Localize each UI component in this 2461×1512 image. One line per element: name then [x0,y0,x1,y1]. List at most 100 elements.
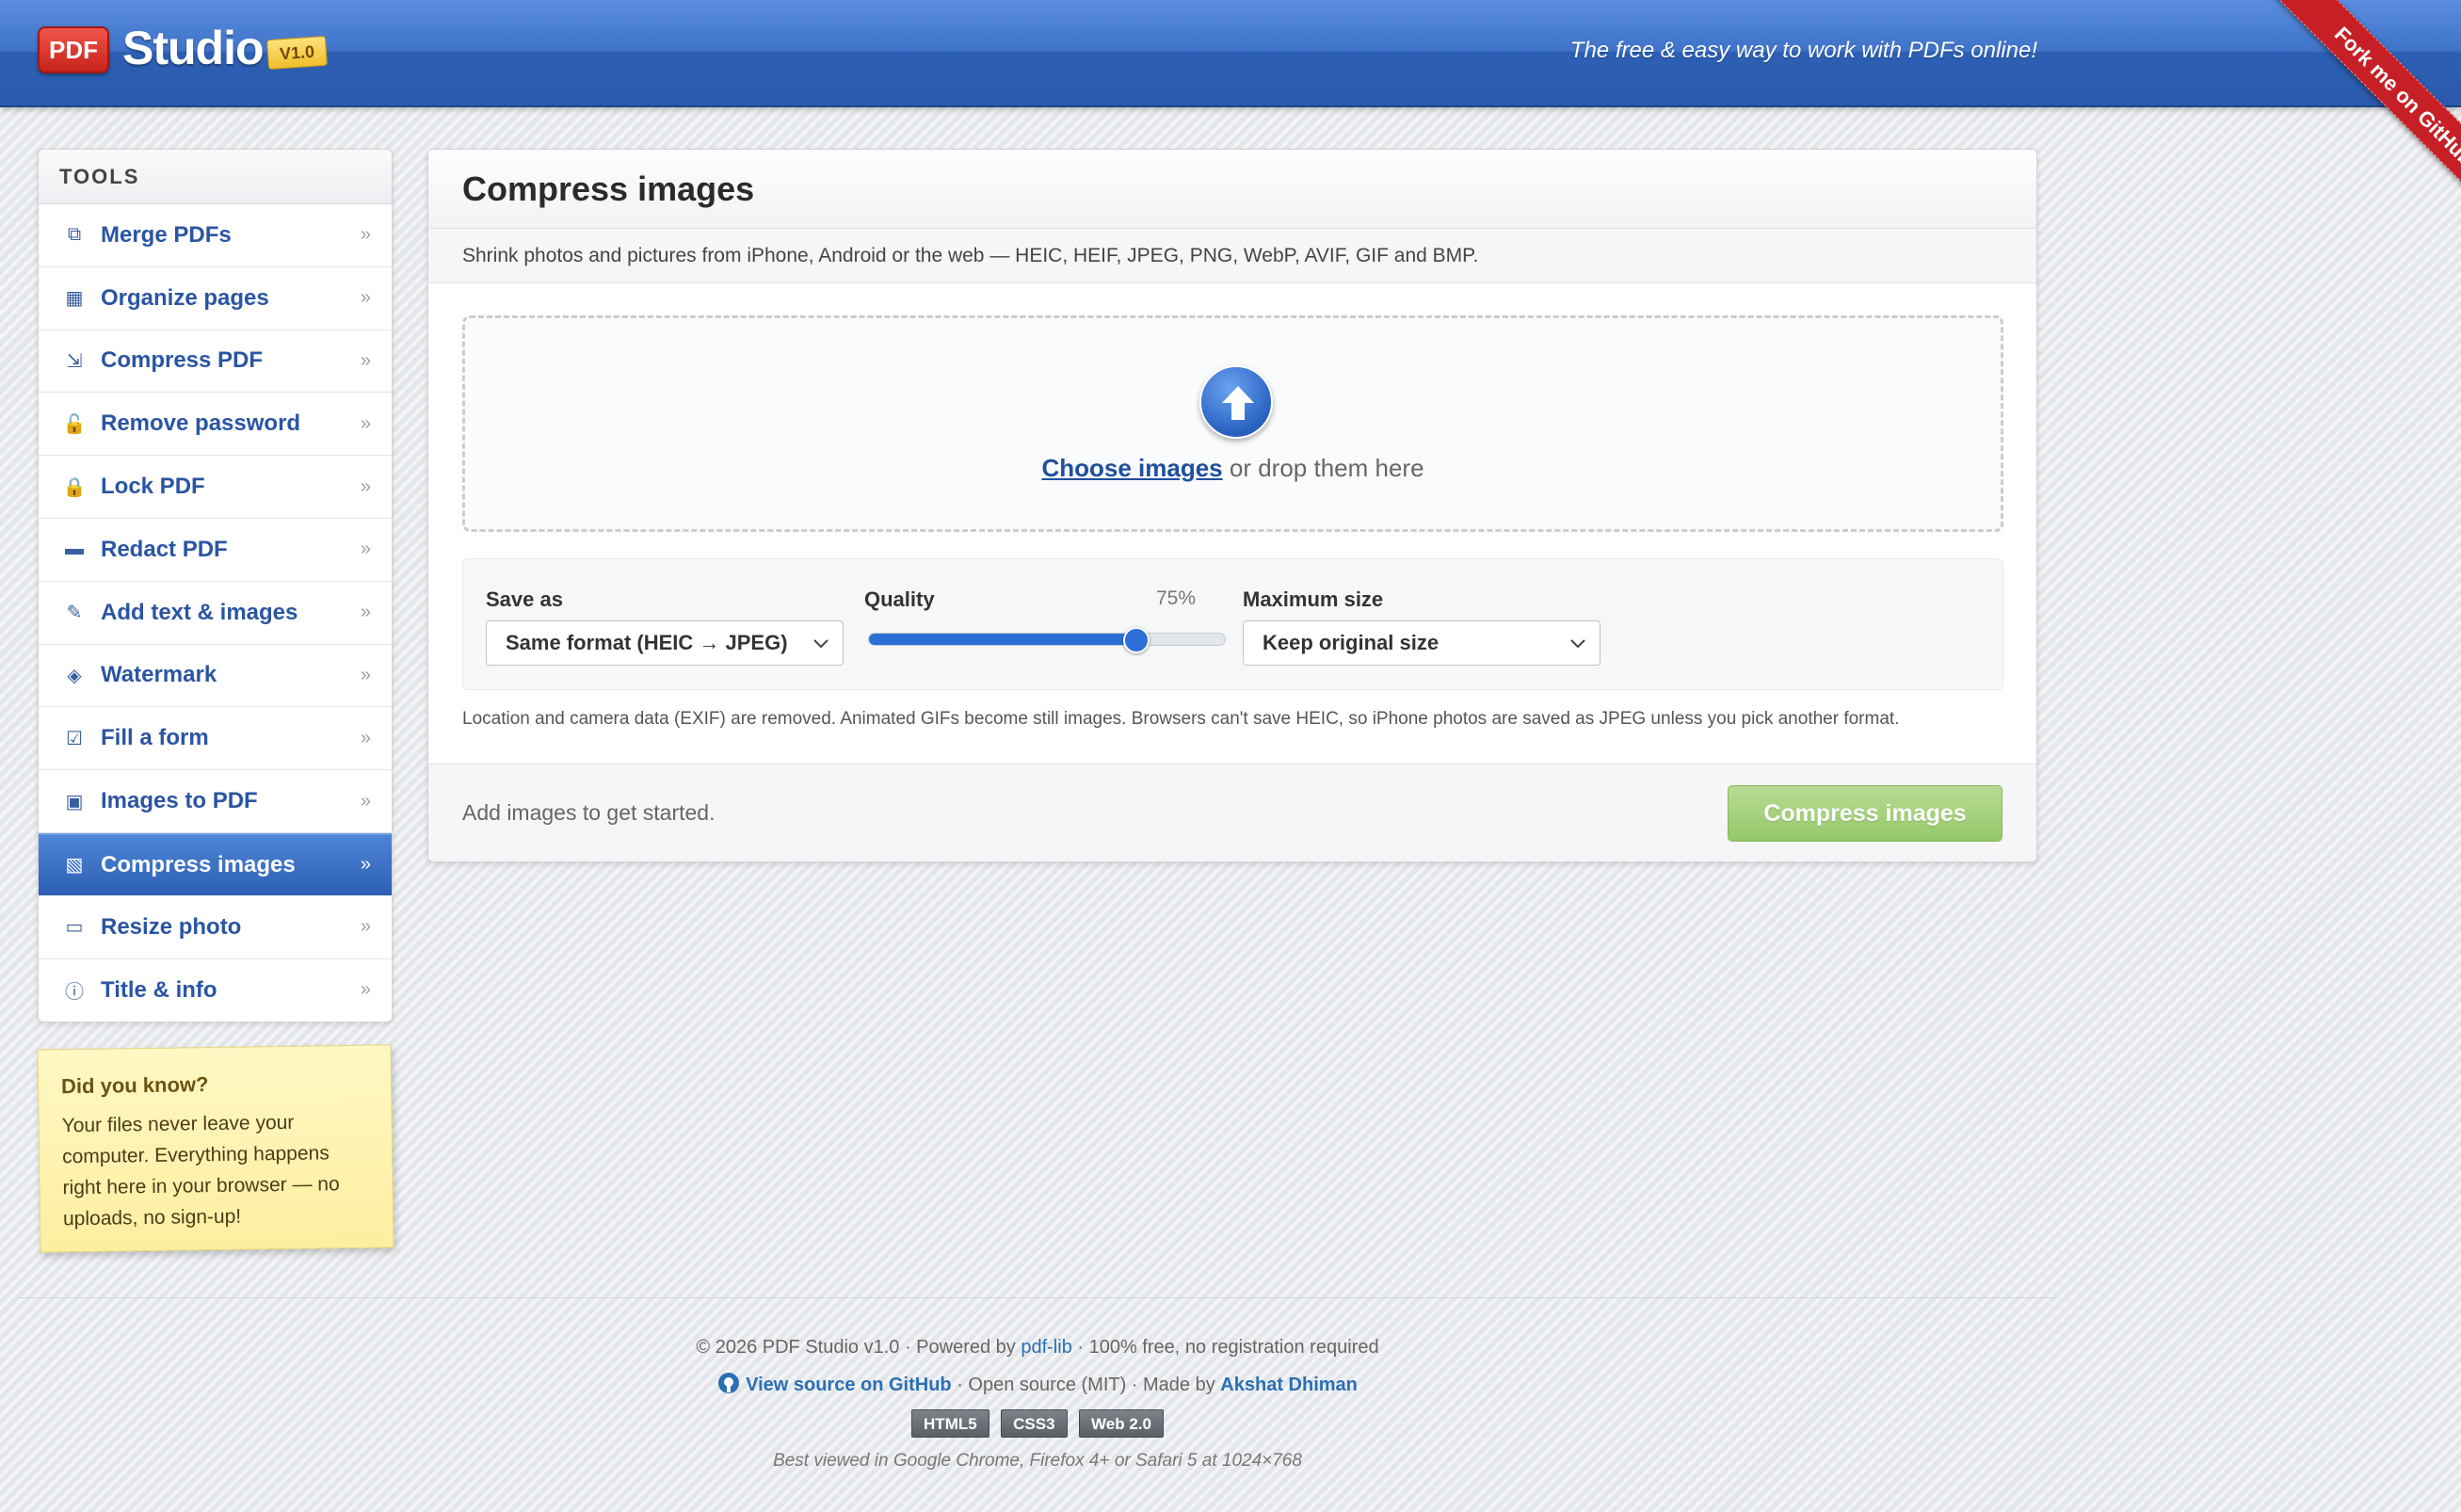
chevron-right-icon: » [360,349,371,371]
footer-source-line: View source on GitHub · Open source (MIT… [19,1372,2056,1396]
max-size-value: Keep original size [1263,631,1440,654]
sidebar-item-label: Lock PDF [101,474,205,500]
compress-images-icon: ▧ [65,855,84,877]
sidebar-item-label: Redact PDF [101,536,228,562]
merge-pdfs-icon: ⧉ [67,224,82,246]
sidebar-item-label: Watermark [101,662,217,688]
chevron-right-icon: » [360,854,371,876]
sidebar-item-label: Organize pages [101,284,269,311]
chevron-right-icon: » [360,224,371,246]
quality-value: 75% [1155,587,1196,609]
note-title: Did you know? [60,1072,209,1099]
tech-badges: HTML5 CSS3 Web 2.0 [19,1409,2056,1438]
upload-button[interactable] [1199,365,1273,439]
upload-arrow-icon [1222,386,1254,420]
free-text: · 100% free, no registration required [1071,1337,1379,1358]
chevron-right-icon: » [360,727,371,748]
choose-images-link[interactable]: Choose images [1041,454,1222,482]
page-footer: © 2026 PDF Studio v1.0 · Powered by pdf-… [19,1337,2056,1472]
logo-badge[interactable]: PDF [38,26,109,73]
max-size-label: Maximum size [1243,587,1384,611]
web20-badge: Web 2.0 [1079,1409,1164,1438]
sidebar-item-organize-pages[interactable]: ▦ Organize pages » [39,267,392,330]
css3-badge: CSS3 [1001,1409,1068,1438]
save-as-label: Save as [486,587,563,611]
sidebar-item-merge-pdfs[interactable]: ⧉ Merge PDFs » [39,204,392,267]
redact-pdf-icon: ▬ [65,539,84,560]
chevron-right-icon: » [360,916,371,938]
best-viewed-text: Best viewed in Google Chrome, Firefox 4+… [773,1451,1302,1471]
sidebar-item-label: Add text & images [101,599,298,625]
sidebar-title: TOOLS [39,150,392,204]
add-text-images-icon: ✎ [66,603,83,624]
resize-photo-icon: ▭ [65,917,84,939]
remove-password-icon: 🔓 [62,413,87,435]
sidebar-item-label: Resize photo [101,913,242,940]
top-header: PDF Studio V1.0 The free & easy way to w… [0,0,2461,107]
did-you-know-note: Did you know? Your files never leave you… [37,1044,394,1253]
sidebar-item-label: Images to PDF [101,788,258,814]
tools-sidebar: TOOLS ⧉ Merge PDFs » ▦ Organize pages » ⇲ Compr… [38,149,393,1023]
sidebar-item-label: Remove password [101,410,301,437]
panel-footer: Add images to get started. Compress imag… [428,764,2036,861]
save-as-select[interactable]: Same format (HEIC → JPEG) [486,620,844,666]
sidebar-item-label: Fill a form [101,725,209,751]
images-to-pdf-icon: ▣ [65,791,84,812]
sidebar-item-add-text-images[interactable]: ✎ Add text & images » [39,582,392,645]
sidebar-item-label: Compress PDF [101,347,264,374]
drop-hint: or drop them here [1222,454,1424,482]
sidebar-item-remove-password[interactable]: 🔓 Remove password » [39,393,392,457]
quality-slider-knob[interactable] [1123,627,1150,653]
status-text: Add images to get started. [462,800,716,825]
fill-a-form-icon: ☑ [66,728,83,749]
chevron-right-icon: » [360,287,371,309]
max-size-select[interactable]: Keep original size [1243,620,1600,666]
sidebar-item-fill-a-form[interactable]: ☑ Fill a form » [39,707,392,771]
view-source-link[interactable]: View source on GitHub [746,1375,952,1395]
html5-badge: HTML5 [911,1409,989,1438]
author-link[interactable]: Akshat Dhiman [1220,1375,1358,1395]
logo-text[interactable]: Studio [122,21,265,75]
sidebar-item-images-to-pdf[interactable]: ▣ Images to PDF » [39,770,392,833]
save-as-value: Same format (HEIC → JPEG) [506,631,788,654]
sidebar-item-label: Compress images [101,851,296,877]
sidebar-item-watermark[interactable]: ◈ Watermark » [39,645,392,708]
sidebar-item-resize-photo[interactable]: ▭ Resize photo » [39,896,392,959]
sidebar-item-compress-images[interactable]: ▧ Compress images » [39,832,392,896]
chevron-right-icon: » [360,602,371,623]
tagline: The free & easy way to work with PDFs on… [1569,38,2037,63]
pdf-lib-link[interactable]: pdf-lib [1021,1337,1071,1358]
sidebar-item-lock-pdf[interactable]: 🔒 Lock PDF » [39,456,392,519]
sidebar-item-title-info[interactable]: ⓘ Title & info » [39,959,392,1022]
chevron-right-icon: » [360,412,371,434]
image-dropzone[interactable]: Choose images or drop them here [462,315,2003,532]
sidebar-item-compress-pdf[interactable]: ⇲ Compress PDF » [39,330,392,394]
sidebar-item-label: Title & info [101,976,217,1003]
lock-pdf-icon: 🔒 [62,476,87,498]
panel-subtitle: Shrink photos and pictures from iPhone, … [428,229,2036,283]
tools-nav-list: ⧉ Merge PDFs » ▦ Organize pages » ⇲ Compress PD… [39,204,392,1021]
chevron-right-icon: » [360,790,371,812]
sidebar-item-redact-pdf[interactable]: ▬ Redact PDF » [39,519,392,582]
license-text: · Open source (MIT) · Made by [951,1375,1221,1395]
footer-copyright: © 2026 PDF Studio v1.0 · Powered by pdf-… [19,1337,2056,1359]
title-info-icon: ⓘ [65,982,84,1004]
github-icon [718,1373,740,1393]
chevron-down-icon [1570,639,1585,649]
watermark-icon: ◈ [67,665,82,686]
sidebar-item-label: Merge PDFs [101,221,232,248]
compression-options: Save as Same format (HEIC → JPEG) Qualit… [462,558,2003,690]
quality-slider-fill [869,634,1136,645]
compress-images-button[interactable]: Compress images [1728,785,2003,842]
fork-github-ribbon[interactable]: Fork me on GitHub [2270,0,2461,231]
chevron-right-icon: » [360,979,371,1001]
chevron-down-icon [813,639,828,649]
dropzone-text: Choose images or drop them here [465,454,2001,483]
chevron-right-icon: » [360,539,371,560]
exif-info-text: Location and camera data (EXIF) are remo… [462,709,1900,729]
quality-slider-track[interactable] [868,633,1226,646]
footer-divider [19,1297,2056,1298]
github-ribbon-container: Fork me on GitHub [2216,0,2461,245]
note-body: Your files never leave your computer. Ev… [61,1111,340,1231]
compress-pdf-icon: ⇲ [66,350,83,372]
